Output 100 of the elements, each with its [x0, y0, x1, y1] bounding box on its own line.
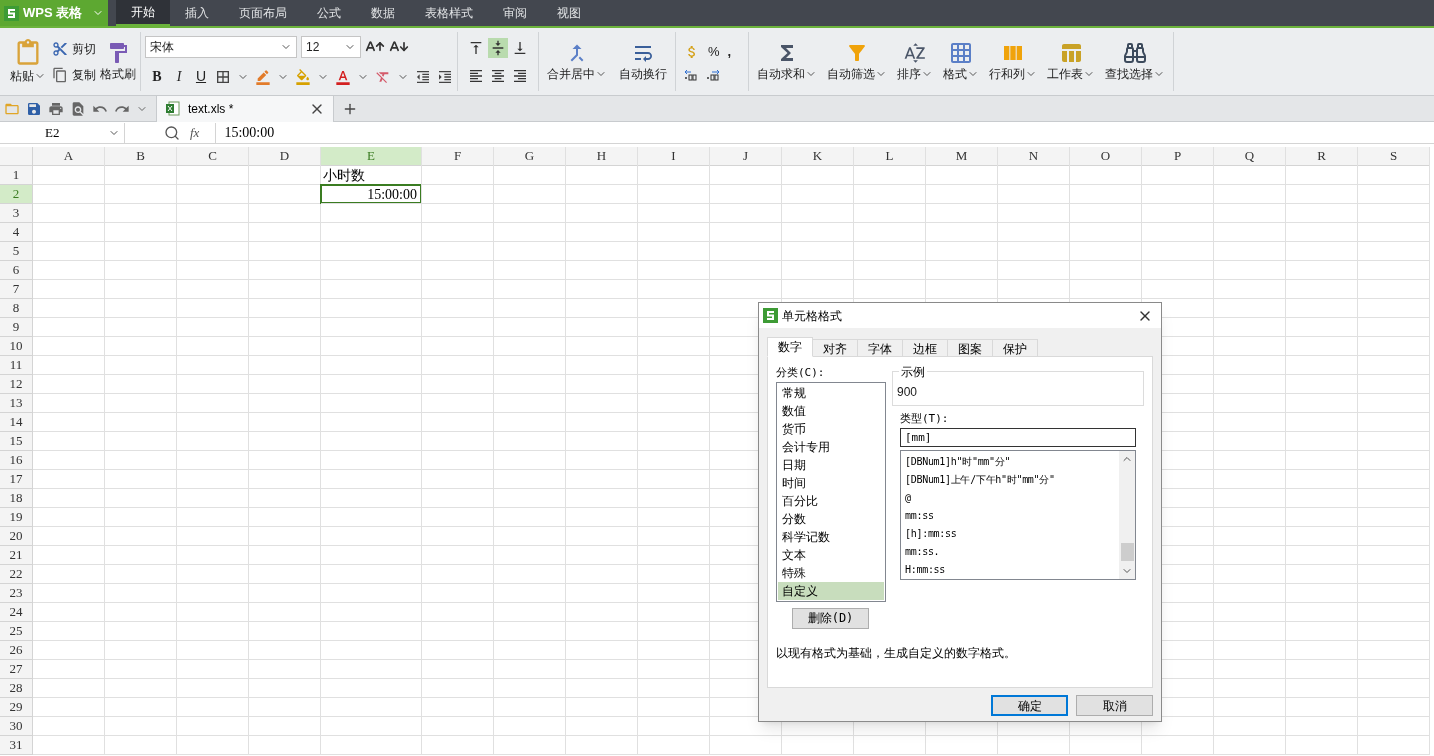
column-header[interactable]: F [422, 147, 493, 165]
comma-button[interactable]: , [727, 41, 732, 62]
menu-tab[interactable]: 视图 [542, 0, 596, 26]
paste-button[interactable]: 粘贴 [8, 38, 48, 85]
row-header[interactable]: 5 [0, 242, 32, 260]
document-tab[interactable]: text.xls * [156, 95, 334, 122]
dialog-tab[interactable]: 边框 [902, 339, 948, 357]
underline-button[interactable]: U [193, 66, 209, 87]
category-item[interactable]: 会计专用 [778, 437, 884, 456]
format-item[interactable]: @ [905, 488, 1119, 507]
cancel-button[interactable]: 取消 [1076, 695, 1153, 716]
dialog-tab[interactable]: 图案 [947, 339, 993, 357]
dialog-tab[interactable]: 数字 [767, 337, 813, 357]
ribbon-button[interactable]: 工作表 [1047, 40, 1095, 83]
print-icon[interactable] [48, 100, 64, 117]
borders-icon[interactable] [215, 68, 231, 85]
function-button[interactable]: fx [190, 122, 200, 143]
outdent-icon[interactable] [415, 68, 431, 85]
percent-button[interactable]: % [708, 41, 720, 62]
column-header[interactable]: A [33, 147, 104, 165]
font-color-icon[interactable] [335, 68, 351, 85]
format-item[interactable]: [DBNum1]h"时"mm"分" [905, 452, 1119, 471]
fill-color-icon[interactable] [295, 68, 311, 85]
dialog-tab[interactable]: 保护 [992, 339, 1038, 357]
decrease-decimal-icon[interactable] [706, 69, 720, 82]
column-header[interactable]: H [566, 147, 637, 165]
wrap-text-button[interactable]: 自动换行 [619, 40, 667, 83]
copy-button[interactable]: 复制 [52, 65, 96, 84]
row-header[interactable]: 9 [0, 318, 32, 336]
row-header[interactable]: 6 [0, 261, 32, 279]
row-header[interactable]: 8 [0, 299, 32, 317]
column-header[interactable]: Q [1214, 147, 1285, 165]
column-header[interactable]: S [1358, 147, 1429, 165]
column-header[interactable]: P [1142, 147, 1213, 165]
ribbon-button[interactable]: 排序 [897, 40, 933, 83]
increase-decimal-icon[interactable] [684, 69, 698, 82]
format-item[interactable]: mm:ss [905, 506, 1119, 525]
menu-tab[interactable]: 公式 [302, 0, 356, 26]
category-item[interactable]: 百分比 [778, 491, 884, 510]
row-header[interactable]: 19 [0, 508, 32, 526]
format-item[interactable]: [h]:mm:ss [905, 524, 1119, 543]
menu-tab[interactable]: 开始 [116, 0, 170, 26]
row-header[interactable]: 31 [0, 736, 32, 754]
column-header[interactable]: O [1070, 147, 1141, 165]
row-header[interactable]: 27 [0, 660, 32, 678]
row-header[interactable]: 30 [0, 717, 32, 735]
print-preview-icon[interactable] [70, 100, 86, 117]
format-item[interactable]: [DBNum1]上午/下午h"时"mm"分" [905, 470, 1119, 489]
row-header[interactable]: 3 [0, 204, 32, 222]
category-item[interactable]: 自定义 [778, 581, 884, 600]
ribbon-button[interactable]: 行和列 [989, 40, 1037, 83]
row-header[interactable]: 14 [0, 413, 32, 431]
row-header[interactable]: 10 [0, 337, 32, 355]
dialog-tab[interactable]: 对齐 [812, 339, 858, 357]
category-item[interactable]: 文本 [778, 545, 884, 564]
row-header[interactable]: 24 [0, 603, 32, 621]
zoom-icon[interactable] [164, 124, 180, 141]
row-header[interactable]: 23 [0, 584, 32, 602]
row-header[interactable]: 16 [0, 451, 32, 469]
scrollbar-thumb[interactable] [1120, 542, 1134, 561]
ribbon-button[interactable]: 自动求和 [757, 40, 817, 83]
row-header[interactable]: 11 [0, 356, 32, 374]
ok-button[interactable]: 确定 [991, 695, 1068, 716]
row-header[interactable]: 22 [0, 565, 32, 583]
category-item[interactable]: 日期 [778, 455, 884, 474]
row-header[interactable]: 29 [0, 698, 32, 716]
format-painter-button[interactable]: 格式刷 [100, 40, 136, 83]
menu-tab[interactable]: 审阅 [488, 0, 542, 26]
column-header[interactable]: N [998, 147, 1069, 165]
column-header[interactable]: I [638, 147, 709, 165]
row-header[interactable]: 21 [0, 546, 32, 564]
category-item[interactable]: 分数 [778, 509, 884, 528]
format-item[interactable]: mm:ss. [905, 542, 1119, 561]
delete-button[interactable]: 删除(D) [792, 607, 869, 629]
menu-tab[interactable]: 数据 [356, 0, 410, 26]
column-header[interactable]: R [1286, 147, 1357, 165]
column-header[interactable]: M [926, 147, 997, 165]
column-header[interactable]: K [782, 147, 853, 165]
menu-tab[interactable]: 页面布局 [224, 0, 302, 26]
category-item[interactable]: 特殊 [778, 563, 884, 582]
category-item[interactable]: 数值 [778, 401, 884, 420]
dialog-tab[interactable]: 字体 [857, 339, 903, 357]
row-header[interactable]: 26 [0, 641, 32, 659]
ribbon-button[interactable]: 查找选择 [1105, 40, 1165, 83]
merge-center-button[interactable]: 合并居中 [547, 40, 607, 83]
column-header[interactable]: J [710, 147, 781, 165]
menu-tab[interactable]: 表格样式 [410, 0, 488, 26]
column-header[interactable]: B [105, 147, 176, 165]
ribbon-button[interactable]: 自动筛选 [827, 40, 887, 83]
font-name-field[interactable]: 宋体 [145, 36, 297, 58]
row-header[interactable]: 28 [0, 679, 32, 697]
cut-button[interactable]: 剪切 [52, 39, 96, 58]
row-header[interactable]: 17 [0, 470, 32, 488]
column-header[interactable]: D [249, 147, 320, 165]
category-list[interactable]: 常规 数值 货币 会计专用 日期 时间 百分比 分数 科学记数 文本 特殊 自定义 [776, 381, 886, 602]
row-header[interactable]: 15 [0, 432, 32, 450]
type-input-field[interactable]: [mm] [900, 427, 1136, 447]
column-header[interactable]: G [494, 147, 565, 165]
format-item[interactable]: H:mm:ss [905, 560, 1119, 579]
name-box[interactable]: E2 [0, 122, 125, 143]
